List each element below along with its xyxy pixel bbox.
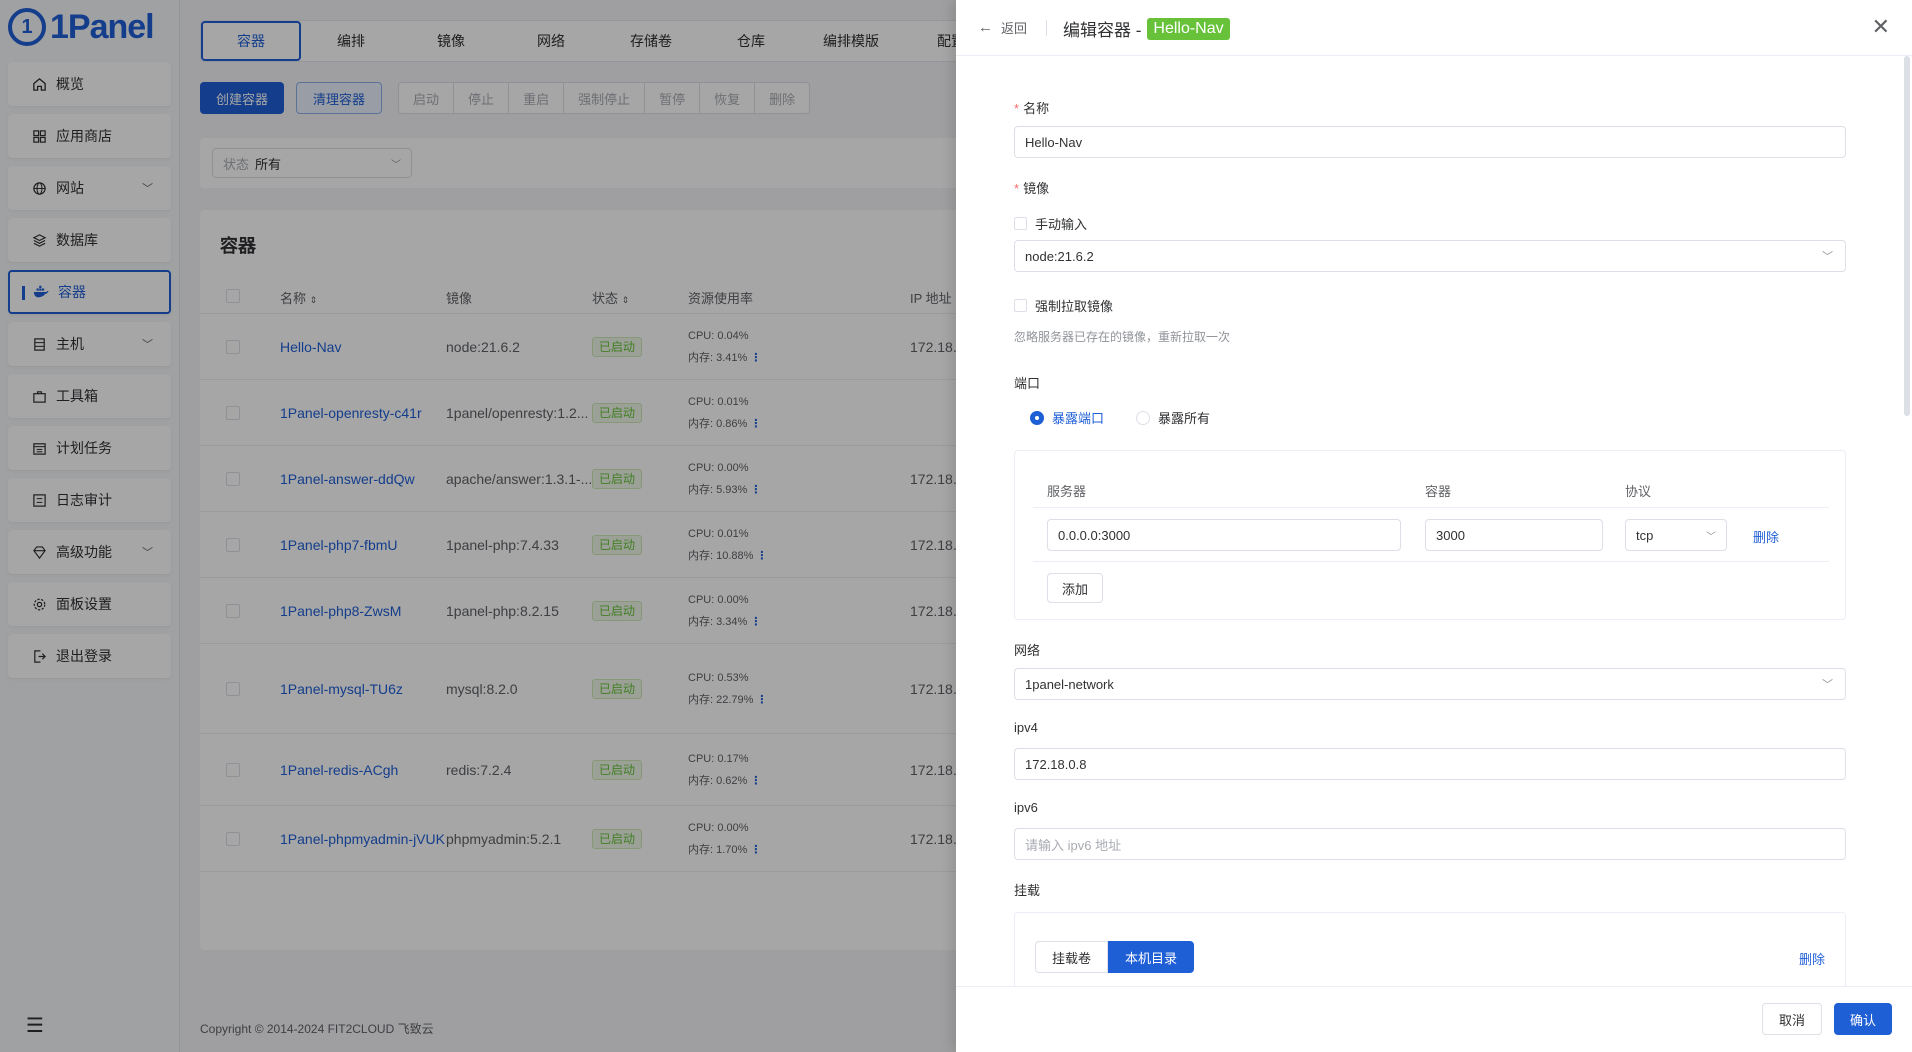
- cancel-button[interactable]: 取消: [1761, 1003, 1822, 1035]
- ipv4-input[interactable]: 172.18.0.8: [1014, 748, 1846, 780]
- mount-host-dir-tab[interactable]: 本机目录: [1108, 941, 1195, 973]
- chevron-down-icon: ﹀: [1822, 251, 1833, 263]
- network-label: 网络: [1014, 643, 1041, 658]
- port-row-divider: [1033, 507, 1829, 508]
- port-header-server: 服务器: [1047, 484, 1087, 499]
- manual-input-checkbox[interactable]: 手动输入: [1014, 214, 1087, 233]
- back-button[interactable]: ← 返回: [978, 18, 1027, 37]
- mount-box: 挂载卷 本机目录 删除: [1014, 912, 1846, 986]
- port-server-value: 0.0.0.0:3000: [1058, 527, 1131, 543]
- force-pull-label: 强制拉取镜像: [1035, 299, 1114, 314]
- network-select[interactable]: 1panel-network ﹀: [1014, 668, 1846, 700]
- drawer-header: ← 返回 编辑容器 - Hello-Nav ✕: [956, 0, 1912, 56]
- radio-expose-port-label: 暴露端口: [1052, 411, 1105, 426]
- force-pull-checkbox[interactable]: 强制拉取镜像: [1014, 296, 1113, 315]
- mount-label: 挂载: [1014, 883, 1041, 898]
- edit-container-drawer: ← 返回 编辑容器 - Hello-Nav ✕ * 名称 Hello-Nav * 镜…: [956, 0, 1912, 1052]
- ipv6-placeholder: 请输入 ipv6 地址: [1025, 837, 1122, 853]
- name-label: * 名称: [1014, 101, 1050, 116]
- close-icon[interactable]: ✕: [1872, 16, 1890, 38]
- header-divider: [1046, 20, 1047, 36]
- mount-type-switch: 挂载卷 本机目录: [1035, 941, 1195, 973]
- name-input[interactable]: Hello-Nav: [1014, 126, 1846, 158]
- network-select-value: 1panel-network: [1025, 676, 1114, 692]
- protocol-value: tcp: [1636, 527, 1654, 543]
- protocol-select[interactable]: tcp ﹀: [1625, 519, 1727, 551]
- ipv6-input[interactable]: 请输入 ipv6 地址: [1014, 828, 1846, 860]
- chevron-down-icon: ﹀: [1706, 531, 1716, 543]
- drawer-title: 编辑容器 - Hello-Nav: [1063, 16, 1230, 41]
- image-select-value: node:21.6.2: [1025, 248, 1094, 264]
- port-container-value: 3000: [1436, 527, 1465, 543]
- ipv4-input-value: 172.18.0.8: [1025, 756, 1087, 772]
- add-port-button[interactable]: 添加: [1047, 573, 1104, 603]
- port-header-protocol: 协议: [1625, 484, 1652, 499]
- container-name-tag: Hello-Nav: [1147, 17, 1230, 40]
- name-input-value: Hello-Nav: [1025, 134, 1083, 150]
- force-pull-hint: 忽略服务器已存在的镜像，重新拉取一次: [1014, 330, 1231, 344]
- port-server-input[interactable]: 0.0.0.0:3000: [1047, 519, 1401, 551]
- port-header-container: 容器: [1425, 484, 1452, 499]
- ipv4-label: ipv4: [1014, 720, 1038, 735]
- ipv6-label: ipv6: [1014, 800, 1038, 815]
- arrow-left-icon: ←: [978, 19, 993, 36]
- image-select[interactable]: node:21.6.2 ﹀: [1014, 240, 1846, 272]
- radio-expose-all-label: 暴露所有: [1158, 411, 1211, 426]
- chevron-down-icon: ﹀: [1822, 679, 1833, 691]
- drawer-title-text: 编辑容器 -: [1063, 21, 1142, 40]
- port-row-divider: [1033, 561, 1829, 562]
- drawer-form: * 名称 Hello-Nav * 镜像 手动输入 node:21.6.2 ﹀ 强制拉…: [1014, 56, 1846, 986]
- radio-expose-all[interactable]: 暴露所有: [1136, 408, 1210, 427]
- confirm-button[interactable]: 确认: [1833, 1003, 1892, 1035]
- port-table: 服务器 容器 协议 0.0.0.0:3000 3000 tcp ﹀ 删除 添加: [1014, 450, 1846, 620]
- drawer-footer: 取消 确认: [956, 986, 1912, 1052]
- port-delete-link[interactable]: 删除: [1753, 527, 1779, 546]
- mount-volume-tab[interactable]: 挂载卷: [1035, 941, 1109, 973]
- port-container-input[interactable]: 3000: [1425, 519, 1603, 551]
- image-label: * 镜像: [1014, 181, 1050, 196]
- back-label: 返回: [1001, 21, 1028, 36]
- mount-delete-link[interactable]: 删除: [1799, 949, 1825, 968]
- drawer-scrollbar[interactable]: [1904, 56, 1910, 416]
- radio-expose-port[interactable]: 暴露端口: [1030, 408, 1104, 427]
- modal-overlay[interactable]: [0, 0, 956, 1052]
- manual-input-label: 手动输入: [1035, 217, 1088, 232]
- port-label: 端口: [1014, 376, 1041, 391]
